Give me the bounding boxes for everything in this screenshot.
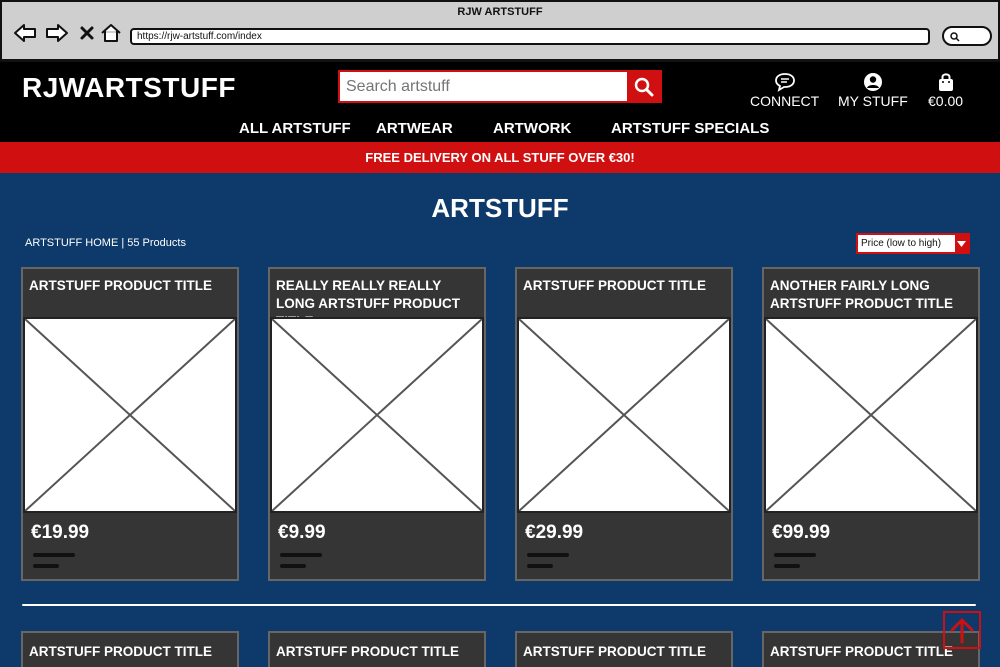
- site-header: RJWARTSTUFF CONNECT MY STUFF €0.00 ALL A…: [0, 62, 1000, 142]
- search-button[interactable]: [627, 72, 660, 101]
- account-icon: [863, 73, 882, 91]
- cart-total: €0.00: [928, 93, 964, 109]
- my-stuff-label: MY STUFF: [838, 93, 908, 109]
- my-stuff-link[interactable]: MY STUFF: [838, 72, 908, 109]
- product-card[interactable]: ARTSTUFF PRODUCT TITLE: [21, 631, 239, 667]
- sort-select[interactable]: Price (low to high): [856, 233, 970, 254]
- product-price: €99.99: [772, 522, 831, 543]
- sort-value: Price (low to high): [861, 238, 942, 249]
- nav-artwear[interactable]: ARTWEAR: [376, 120, 453, 137]
- nav-artwork[interactable]: ARTWORK: [493, 120, 571, 137]
- site-search: [338, 70, 662, 103]
- connect-link[interactable]: CONNECT: [750, 72, 819, 109]
- scribble-text: [527, 553, 569, 557]
- product-price: €29.99: [525, 522, 584, 543]
- scribble-text: [774, 553, 816, 557]
- home-icon[interactable]: [98, 20, 124, 46]
- product-image-placeholder[interactable]: [270, 317, 484, 513]
- window-title: RJW ARTSTUFF: [457, 6, 543, 18]
- product-title[interactable]: ARTSTUFF PRODUCT TITLE: [523, 643, 725, 661]
- nav-all-artstuff[interactable]: ALL ARTSTUFF: [239, 120, 351, 137]
- product-card[interactable]: ANOTHER FAIRLY LONG ARTSTUFF PRODUCT TIT…: [762, 267, 980, 581]
- scribble-text: [33, 564, 59, 568]
- product-title[interactable]: ARTSTUFF PRODUCT TITLE: [29, 277, 231, 295]
- browser-search-field[interactable]: [942, 26, 992, 46]
- product-card[interactable]: ARTSTUFF PRODUCT TITLE: [268, 631, 486, 667]
- product-title[interactable]: ARTSTUFF PRODUCT TITLE: [276, 643, 478, 661]
- back-to-top-button[interactable]: [943, 611, 981, 649]
- scribble-text: [280, 553, 322, 557]
- browser-chrome: RJW ARTSTUFF https://rjw-artstuff.com/in…: [0, 0, 1000, 62]
- product-price: €19.99: [31, 522, 90, 543]
- product-card[interactable]: REALLY REALLY REALLY LONG ARTSTUFF PRODU…: [268, 267, 486, 581]
- nav-artstuff-specials[interactable]: ARTSTUFF SPECIALS: [611, 120, 769, 137]
- cart-link[interactable]: €0.00: [928, 72, 963, 109]
- product-title[interactable]: ANOTHER FAIRLY LONG ARTSTUFF PRODUCT TIT…: [770, 277, 972, 313]
- breadcrumb[interactable]: ARTSTUFF HOME | 55 Products: [25, 237, 186, 249]
- scribble-text: [280, 564, 306, 568]
- address-bar[interactable]: https://rjw-artstuff.com/index: [130, 28, 930, 45]
- product-title[interactable]: ARTSTUFF PRODUCT TITLE: [770, 643, 972, 661]
- connect-label: CONNECT: [750, 93, 820, 109]
- back-arrow-icon[interactable]: [12, 20, 38, 46]
- product-title[interactable]: ARTSTUFF PRODUCT TITLE: [523, 277, 725, 295]
- site-logo[interactable]: RJWARTSTUFF: [22, 72, 236, 104]
- product-title[interactable]: ARTSTUFF PRODUCT TITLE: [29, 643, 231, 661]
- chat-bubble-icon: [774, 73, 795, 92]
- search-input[interactable]: [340, 72, 627, 101]
- chevron-down-icon[interactable]: [955, 235, 968, 252]
- section-divider: [22, 604, 976, 606]
- product-image-placeholder[interactable]: [517, 317, 731, 513]
- scribble-text: [33, 553, 75, 557]
- scribble-text: [774, 564, 800, 568]
- search-icon: [634, 77, 653, 96]
- product-card[interactable]: ARTSTUFF PRODUCT TITLE: [515, 631, 733, 667]
- forward-arrow-icon[interactable]: [44, 20, 70, 46]
- product-image-placeholder[interactable]: [23, 317, 237, 513]
- close-icon[interactable]: [74, 20, 100, 46]
- product-image-placeholder[interactable]: [764, 317, 978, 513]
- product-card[interactable]: ARTSTUFF PRODUCT TITLE €19.99: [21, 267, 239, 581]
- arrow-up-icon: [950, 618, 974, 644]
- promo-banner: FREE DELIVERY ON ALL STUFF OVER €30!: [0, 142, 1000, 173]
- page-title: ARTSTUFF: [431, 193, 569, 223]
- scribble-text: [527, 564, 553, 568]
- shopping-bag-icon: [938, 73, 953, 91]
- product-card[interactable]: ARTSTUFF PRODUCT TITLE €29.99: [515, 267, 733, 581]
- product-price: €9.99: [278, 522, 326, 543]
